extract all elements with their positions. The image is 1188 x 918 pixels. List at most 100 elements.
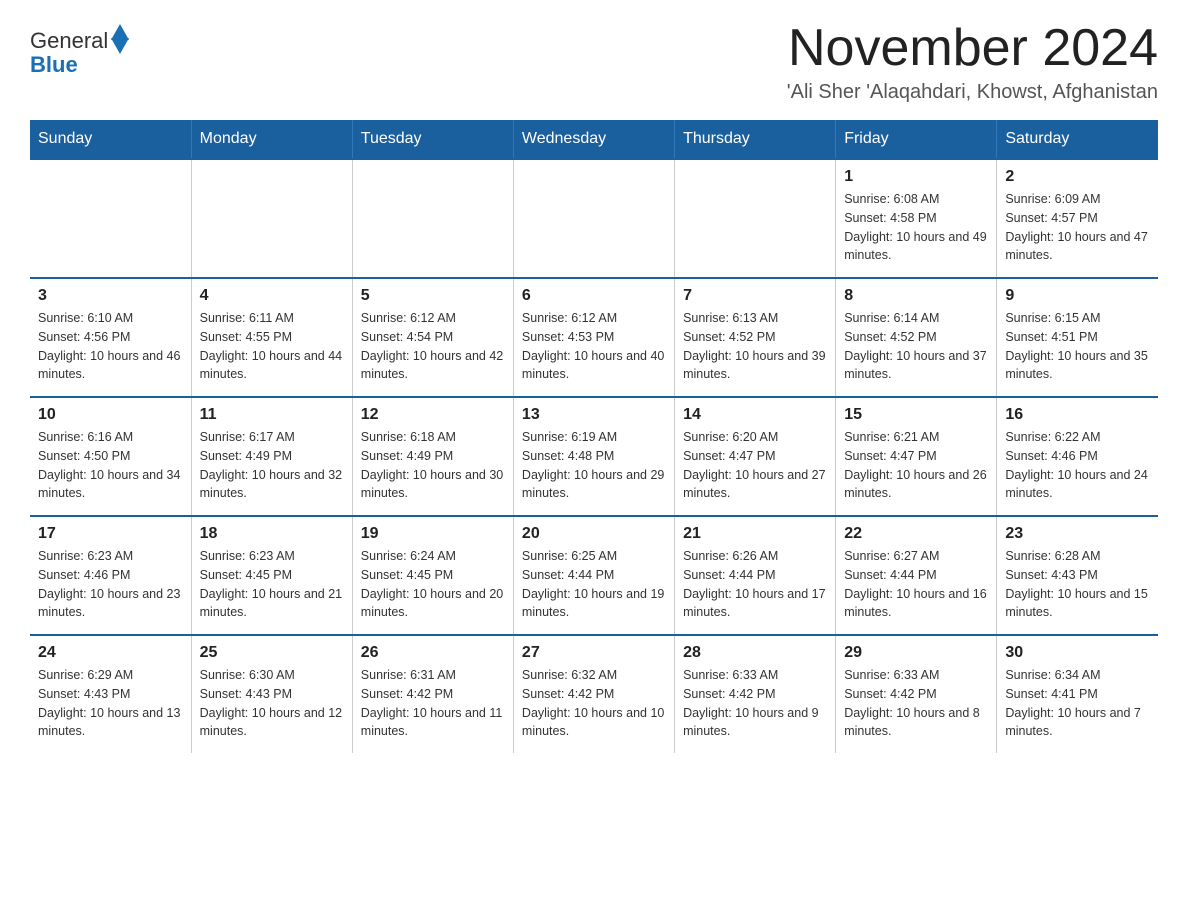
day-number: 26 bbox=[361, 644, 505, 662]
day-info: Sunrise: 6:34 AMSunset: 4:41 PMDaylight:… bbox=[1005, 666, 1150, 741]
day-number: 11 bbox=[200, 406, 344, 424]
day-info: Sunrise: 6:27 AMSunset: 4:44 PMDaylight:… bbox=[844, 547, 988, 622]
logo-general-text: General bbox=[30, 28, 108, 54]
day-number: 29 bbox=[844, 644, 988, 662]
week-row-4: 17 Sunrise: 6:23 AMSunset: 4:46 PMDayligh… bbox=[30, 516, 1158, 635]
day-info: Sunrise: 6:16 AMSunset: 4:50 PMDaylight:… bbox=[38, 428, 183, 503]
day-info: Sunrise: 6:17 AMSunset: 4:49 PMDaylight:… bbox=[200, 428, 344, 503]
day-cell: 2 Sunrise: 6:09 AMSunset: 4:57 PMDaylight… bbox=[997, 159, 1158, 278]
day-info: Sunrise: 6:33 AMSunset: 4:42 PMDaylight:… bbox=[683, 666, 827, 741]
page-header: General Blue November 2024 'Ali Sher 'Al… bbox=[30, 20, 1158, 104]
day-cell: 8Sunrise: 6:14 AMSunset: 4:52 PMDaylight… bbox=[836, 278, 997, 397]
day-info: Sunrise: 6:12 AMSunset: 4:53 PMDaylight:… bbox=[522, 309, 666, 384]
day-info: Sunrise: 6:13 AMSunset: 4:52 PMDaylight:… bbox=[683, 309, 827, 384]
day-cell bbox=[191, 159, 352, 278]
day-info: Sunrise: 6:23 AMSunset: 4:45 PMDaylight:… bbox=[200, 547, 344, 622]
day-cell: 30 Sunrise: 6:34 AMSunset: 4:41 PMDayligh… bbox=[997, 635, 1158, 753]
day-cell: 11 Sunrise: 6:17 AMSunset: 4:49 PMDayligh… bbox=[191, 397, 352, 516]
day-cell: 23 Sunrise: 6:28 AMSunset: 4:43 PMDayligh… bbox=[997, 516, 1158, 635]
day-number: 1 bbox=[844, 168, 988, 186]
day-cell: 14 Sunrise: 6:20 AMSunset: 4:47 PMDayligh… bbox=[675, 397, 836, 516]
day-info: Sunrise: 6:15 AMSunset: 4:51 PMDaylight:… bbox=[1005, 309, 1150, 384]
day-number: 9 bbox=[1005, 287, 1150, 305]
day-info: Sunrise: 6:31 AMSunset: 4:42 PMDaylight:… bbox=[361, 666, 505, 741]
day-cell: 1 Sunrise: 6:08 AMSunset: 4:58 PMDaylight… bbox=[836, 159, 997, 278]
day-number: 14 bbox=[683, 406, 827, 424]
day-cell: 19 Sunrise: 6:24 AMSunset: 4:45 PMDayligh… bbox=[352, 516, 513, 635]
title-block: November 2024 'Ali Sher 'Alaqahdari, Kho… bbox=[787, 20, 1158, 104]
day-cell: 6 Sunrise: 6:12 AMSunset: 4:53 PMDaylight… bbox=[513, 278, 674, 397]
day-cell: 29 Sunrise: 6:33 AMSunset: 4:42 PMDayligh… bbox=[836, 635, 997, 753]
day-number: 17 bbox=[38, 525, 183, 543]
day-number: 7 bbox=[683, 287, 827, 305]
day-info: Sunrise: 6:28 AMSunset: 4:43 PMDaylight:… bbox=[1005, 547, 1150, 622]
day-info: Sunrise: 6:19 AMSunset: 4:48 PMDaylight:… bbox=[522, 428, 666, 503]
day-info: Sunrise: 6:18 AMSunset: 4:49 PMDaylight:… bbox=[361, 428, 505, 503]
day-info: Sunrise: 6:26 AMSunset: 4:44 PMDaylight:… bbox=[683, 547, 827, 622]
day-number: 10 bbox=[38, 406, 183, 424]
day-number: 8 bbox=[844, 287, 988, 305]
day-number: 2 bbox=[1005, 168, 1150, 186]
logo: General Blue bbox=[30, 28, 129, 78]
day-cell: 9 Sunrise: 6:15 AMSunset: 4:51 PMDaylight… bbox=[997, 278, 1158, 397]
day-number: 19 bbox=[361, 525, 505, 543]
day-info: Sunrise: 6:09 AMSunset: 4:57 PMDaylight:… bbox=[1005, 190, 1150, 265]
day-cell: 13 Sunrise: 6:19 AMSunset: 4:48 PMDayligh… bbox=[513, 397, 674, 516]
day-number: 12 bbox=[361, 406, 505, 424]
day-cell bbox=[675, 159, 836, 278]
header-sunday: Sunday bbox=[30, 120, 191, 159]
day-number: 6 bbox=[522, 287, 666, 305]
day-info: Sunrise: 6:24 AMSunset: 4:45 PMDaylight:… bbox=[361, 547, 505, 622]
day-info: Sunrise: 6:21 AMSunset: 4:47 PMDaylight:… bbox=[844, 428, 988, 503]
location-title: 'Ali Sher 'Alaqahdari, Khowst, Afghanist… bbox=[787, 81, 1158, 104]
day-number: 24 bbox=[38, 644, 183, 662]
day-number: 18 bbox=[200, 525, 344, 543]
day-number: 30 bbox=[1005, 644, 1150, 662]
day-info: Sunrise: 6:32 AMSunset: 4:42 PMDaylight:… bbox=[522, 666, 666, 741]
day-number: 13 bbox=[522, 406, 666, 424]
day-info: Sunrise: 6:20 AMSunset: 4:47 PMDaylight:… bbox=[683, 428, 827, 503]
header-tuesday: Tuesday bbox=[352, 120, 513, 159]
day-info: Sunrise: 6:25 AMSunset: 4:44 PMDaylight:… bbox=[522, 547, 666, 622]
header-wednesday: Wednesday bbox=[513, 120, 674, 159]
day-number: 3 bbox=[38, 287, 183, 305]
header-monday: Monday bbox=[191, 120, 352, 159]
day-info: Sunrise: 6:30 AMSunset: 4:43 PMDaylight:… bbox=[200, 666, 344, 741]
week-row-5: 24 Sunrise: 6:29 AMSunset: 4:43 PMDayligh… bbox=[30, 635, 1158, 753]
month-title: November 2024 bbox=[787, 20, 1158, 77]
day-info: Sunrise: 6:08 AMSunset: 4:58 PMDaylight:… bbox=[844, 190, 988, 265]
day-cell: 24 Sunrise: 6:29 AMSunset: 4:43 PMDayligh… bbox=[30, 635, 191, 753]
day-number: 16 bbox=[1005, 406, 1150, 424]
header-saturday: Saturday bbox=[997, 120, 1158, 159]
day-number: 25 bbox=[200, 644, 344, 662]
day-number: 23 bbox=[1005, 525, 1150, 543]
day-number: 27 bbox=[522, 644, 666, 662]
day-info: Sunrise: 6:33 AMSunset: 4:42 PMDaylight:… bbox=[844, 666, 988, 741]
day-cell: 20 Sunrise: 6:25 AMSunset: 4:44 PMDayligh… bbox=[513, 516, 674, 635]
day-info: Sunrise: 6:11 AMSunset: 4:55 PMDaylight:… bbox=[200, 309, 344, 384]
calendar-header-row: SundayMondayTuesdayWednesdayThursdayFrid… bbox=[30, 120, 1158, 159]
logo-blue-text: Blue bbox=[30, 52, 78, 78]
day-cell: 27 Sunrise: 6:32 AMSunset: 4:42 PMDayligh… bbox=[513, 635, 674, 753]
day-cell: 4Sunrise: 6:11 AMSunset: 4:55 PMDaylight… bbox=[191, 278, 352, 397]
day-cell: 3 Sunrise: 6:10 AMSunset: 4:56 PMDaylight… bbox=[30, 278, 191, 397]
week-row-2: 3 Sunrise: 6:10 AMSunset: 4:56 PMDaylight… bbox=[30, 278, 1158, 397]
day-cell: 26 Sunrise: 6:31 AMSunset: 4:42 PMDayligh… bbox=[352, 635, 513, 753]
day-cell: 15 Sunrise: 6:21 AMSunset: 4:47 PMDayligh… bbox=[836, 397, 997, 516]
day-cell bbox=[352, 159, 513, 278]
day-info: Sunrise: 6:10 AMSunset: 4:56 PMDaylight:… bbox=[38, 309, 183, 384]
day-cell: 10 Sunrise: 6:16 AMSunset: 4:50 PMDayligh… bbox=[30, 397, 191, 516]
day-number: 15 bbox=[844, 406, 988, 424]
day-cell bbox=[30, 159, 191, 278]
day-number: 22 bbox=[844, 525, 988, 543]
day-info: Sunrise: 6:22 AMSunset: 4:46 PMDaylight:… bbox=[1005, 428, 1150, 503]
day-number: 21 bbox=[683, 525, 827, 543]
day-cell: 5Sunrise: 6:12 AMSunset: 4:54 PMDaylight… bbox=[352, 278, 513, 397]
day-cell: 12 Sunrise: 6:18 AMSunset: 4:49 PMDayligh… bbox=[352, 397, 513, 516]
day-number: 28 bbox=[683, 644, 827, 662]
header-thursday: Thursday bbox=[675, 120, 836, 159]
day-cell: 17 Sunrise: 6:23 AMSunset: 4:46 PMDayligh… bbox=[30, 516, 191, 635]
day-info: Sunrise: 6:29 AMSunset: 4:43 PMDaylight:… bbox=[38, 666, 183, 741]
day-info: Sunrise: 6:23 AMSunset: 4:46 PMDaylight:… bbox=[38, 547, 183, 622]
day-number: 20 bbox=[522, 525, 666, 543]
